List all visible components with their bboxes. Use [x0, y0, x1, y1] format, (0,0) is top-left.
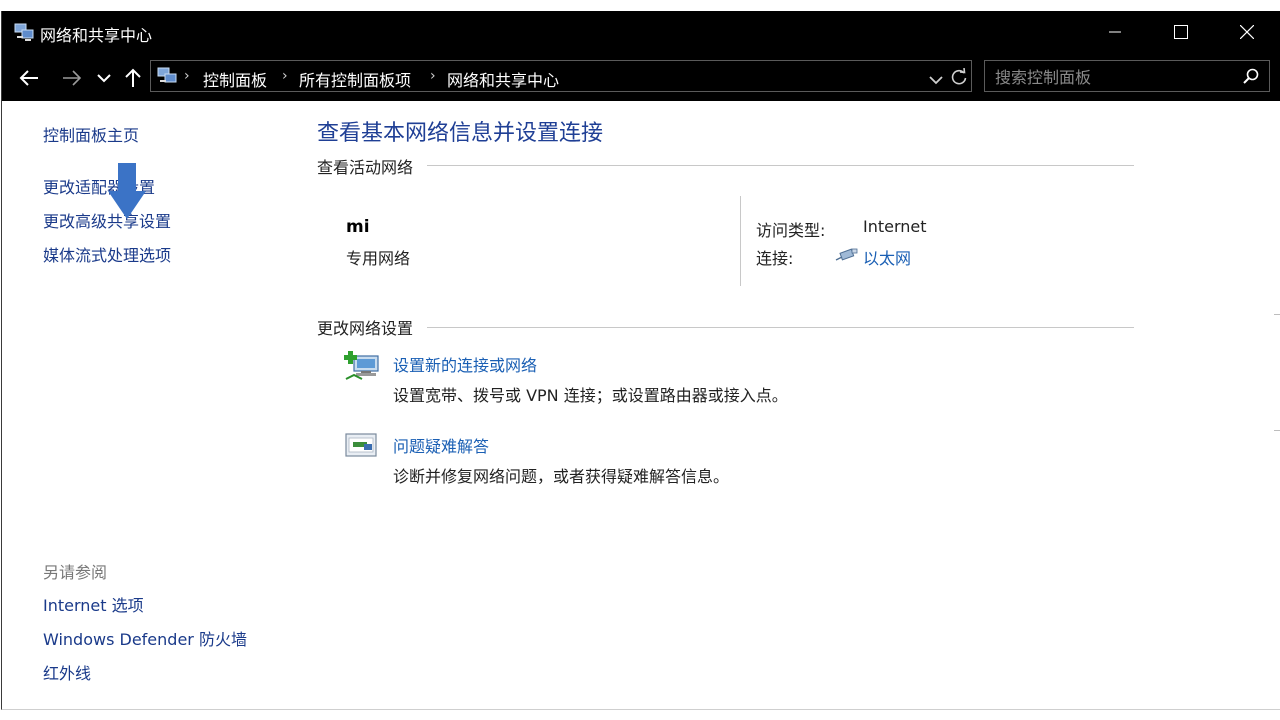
- title-bar: 网络和共享中心: [2, 11, 1280, 53]
- section-divider: [427, 327, 1134, 328]
- refresh-icon[interactable]: [950, 67, 968, 90]
- breadcrumb-network-center[interactable]: 网络和共享中心: [447, 67, 559, 91]
- new-connection-icon: [344, 349, 380, 387]
- maximize-button[interactable]: [1148, 11, 1214, 53]
- back-button[interactable]: [16, 65, 42, 91]
- chevron-right-icon: ›: [430, 68, 436, 84]
- sidebar-item-media-streaming-options[interactable]: 媒体流式处理选项: [43, 242, 171, 266]
- window-title: 网络和共享中心: [40, 26, 153, 45]
- search-input[interactable]: [993, 65, 1237, 89]
- network-name: mi: [346, 217, 370, 237]
- address-history-chevron-down-icon[interactable]: [929, 70, 943, 89]
- network-type: 专用网络: [346, 249, 411, 268]
- access-type-value: Internet: [863, 217, 927, 236]
- breadcrumb-control-panel[interactable]: 控制面板: [203, 67, 267, 91]
- setup-new-connection-link[interactable]: 设置新的连接或网络: [393, 352, 537, 376]
- minimize-button[interactable]: [1082, 11, 1148, 53]
- connection-ethernet-link[interactable]: 以太网: [863, 245, 911, 269]
- scrollbar-edge-mark: [1274, 314, 1280, 315]
- sidebar-control-panel-home[interactable]: 控制面板主页: [43, 122, 139, 146]
- active-networks-heading: 查看活动网络: [317, 158, 414, 177]
- troubleshoot-problems-link[interactable]: 问题疑难解答: [393, 433, 489, 457]
- recent-locations-dropdown[interactable]: [91, 65, 117, 91]
- forward-button[interactable]: [59, 65, 85, 91]
- see-also-infrared[interactable]: 红外线: [43, 660, 91, 684]
- control-panel-icon: [156, 65, 178, 87]
- scrollbar-edge-mark: [1274, 430, 1280, 431]
- close-button[interactable]: [1214, 11, 1280, 53]
- network-sharing-center-window: 网络和共享中心 › 控制面板 › 所有控制面板项 › 网络和共享中心 搜索控制面…: [1, 11, 1280, 710]
- vertical-divider: [740, 196, 741, 286]
- up-button[interactable]: [120, 65, 146, 91]
- change-settings-heading: 更改网络设置: [317, 319, 414, 338]
- chevron-right-icon: ›: [282, 68, 288, 84]
- pointer-arrow-down-icon: [108, 163, 146, 225]
- section-divider: [427, 165, 1134, 166]
- see-also-heading: 另请参阅: [43, 563, 108, 582]
- connection-label: 连接:: [756, 249, 794, 268]
- network-center-app-icon: [13, 21, 35, 43]
- setup-new-connection-desc: 设置宽带、拨号或 VPN 连接；或设置路由器或接入点。: [393, 386, 788, 405]
- breadcrumb-all-items[interactable]: 所有控制面板项: [299, 67, 411, 91]
- see-also-internet-options[interactable]: Internet 选项: [43, 592, 144, 616]
- search-box[interactable]: [984, 60, 1270, 92]
- troubleshoot-icon: [344, 431, 380, 465]
- address-bar: › 控制面板 › 所有控制面板项 › 网络和共享中心: [2, 53, 1280, 101]
- chevron-right-icon: ›: [184, 68, 190, 84]
- page-title: 查看基本网络信息并设置连接: [317, 121, 604, 146]
- troubleshoot-problems-desc: 诊断并修复网络问题，或者获得疑难解答信息。: [393, 467, 730, 486]
- search-icon[interactable]: [1243, 68, 1259, 88]
- breadcrumb[interactable]: › 控制面板 › 所有控制面板项 › 网络和共享中心: [150, 60, 972, 92]
- see-also-windows-defender-firewall[interactable]: Windows Defender 防火墙: [43, 626, 247, 650]
- sidebar-item-advanced-sharing-settings[interactable]: 更改高级共享设置: [43, 208, 171, 232]
- ethernet-icon: [835, 247, 859, 266]
- access-type-label: 访问类型:: [756, 221, 826, 240]
